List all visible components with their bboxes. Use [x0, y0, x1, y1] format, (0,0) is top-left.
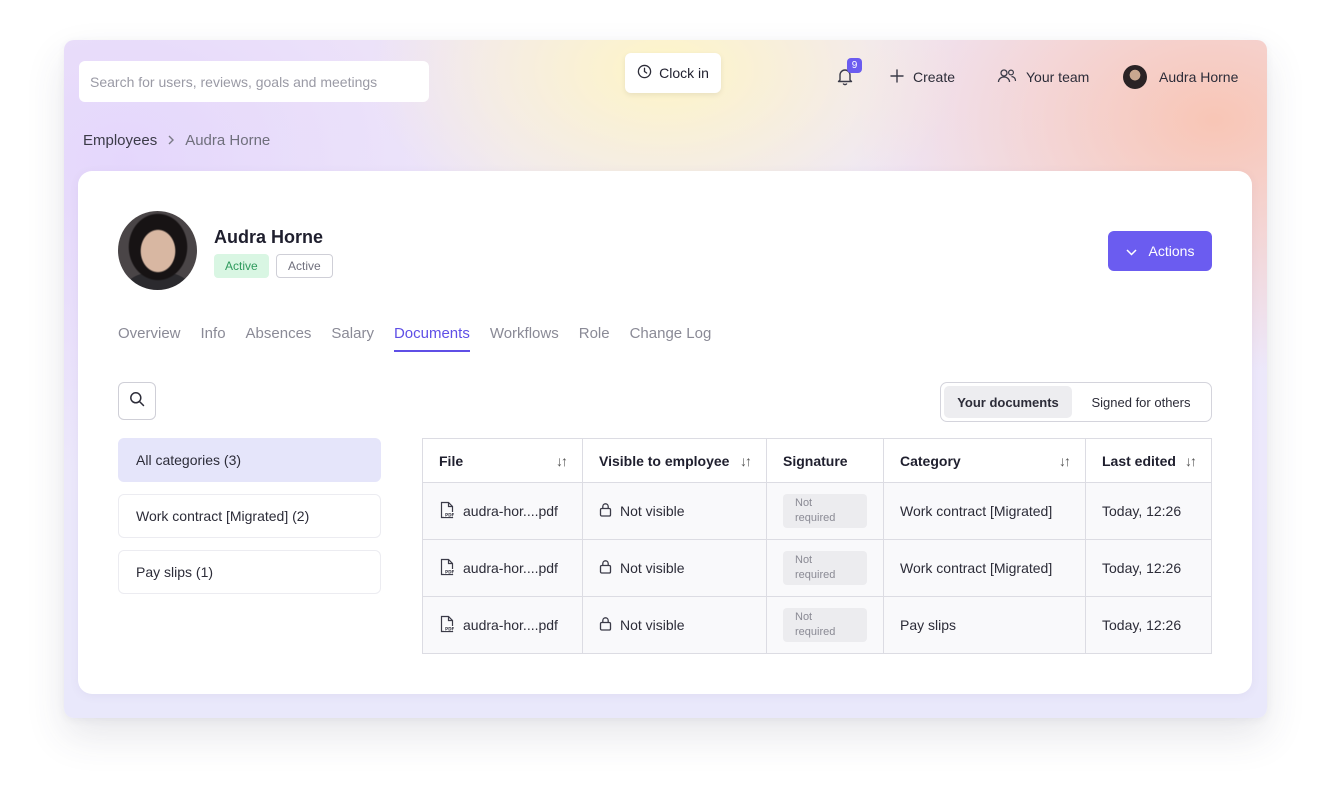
employee-card: Audra Horne Active Active Actions Overvi… — [78, 171, 1252, 694]
status-badge: Active — [214, 254, 269, 278]
sort-icon[interactable]: ↓↑ — [556, 453, 568, 469]
table-header-row: File ↓↑ Visible to employee ↓↑ Signature C… — [422, 438, 1212, 483]
svg-text:PDF: PDF — [445, 512, 455, 517]
category-item[interactable]: Work contract [Migrated] (2) — [118, 494, 381, 538]
create-label: Create — [913, 69, 956, 85]
clock-in-button[interactable]: Clock in — [625, 53, 721, 93]
pdf-file-icon: PDF — [439, 615, 455, 636]
pdf-file-icon: PDF — [439, 558, 455, 579]
your-team-label: Your team — [1026, 69, 1090, 85]
visibility-text: Not visible — [620, 560, 685, 576]
lock-icon — [599, 559, 612, 577]
file-name[interactable]: audra-hor....pdf — [463, 503, 558, 519]
global-search-input[interactable] — [79, 61, 429, 102]
documents-table: File ↓↑ Visible to employee ↓↑ Signature C… — [422, 438, 1212, 654]
column-header-file[interactable]: File ↓↑ — [422, 438, 583, 483]
clock-in-label: Clock in — [659, 65, 709, 81]
tab-role[interactable]: Role — [579, 325, 610, 352]
user-avatar — [1123, 65, 1147, 89]
breadcrumb: Employees Audra Horne — [83, 132, 270, 149]
svg-text:PDF: PDF — [445, 569, 455, 574]
tab-workflows[interactable]: Workflows — [490, 325, 559, 352]
category-item[interactable]: All categories (3) — [118, 438, 381, 482]
user-name: Audra Horne — [1159, 69, 1239, 85]
your-team-button[interactable]: Your team — [997, 64, 1089, 90]
last-edited-cell: Today, 12:26 — [1085, 539, 1212, 597]
clock-icon — [637, 64, 652, 82]
actions-button[interactable]: Actions — [1108, 231, 1212, 271]
plus-icon — [890, 68, 904, 86]
team-icon — [997, 68, 1017, 87]
column-header-last-edited[interactable]: Last edited ↓↑ — [1085, 438, 1212, 483]
chevron-right-icon — [167, 133, 175, 148]
app-window: Clock in 9 Create Your team Audra Horne … — [64, 40, 1267, 718]
profile-name: Audra Horne — [214, 227, 324, 247]
notification-count-badge: 9 — [847, 58, 862, 73]
file-name[interactable]: audra-hor....pdf — [463, 617, 558, 633]
visibility-text: Not visible — [620, 617, 685, 633]
category-cell: Pay slips — [883, 596, 1086, 654]
document-scope-toggle: Your documents Signed for others — [940, 382, 1212, 422]
column-header-visible[interactable]: Visible to employee ↓↑ — [582, 438, 767, 483]
svg-text:PDF: PDF — [445, 626, 455, 631]
user-menu[interactable]: Audra Horne — [1123, 64, 1238, 90]
column-header-signature: Signature — [766, 438, 884, 483]
category-list: All categories (3) Work contract [Migrat… — [118, 438, 381, 606]
breadcrumb-employees-link[interactable]: Employees — [83, 132, 157, 149]
tab-documents[interactable]: Documents — [393, 325, 470, 352]
breadcrumb-current: Audra Horne — [185, 132, 271, 149]
category-item[interactable]: Pay slips (1) — [118, 550, 381, 594]
category-cell: Work contract [Migrated] — [883, 482, 1086, 540]
sort-icon[interactable]: ↓↑ — [740, 453, 752, 469]
lock-icon — [599, 502, 612, 520]
profile-avatar — [118, 211, 197, 290]
table-row[interactable]: PDF audra-hor....pdf Not visible Not req… — [422, 596, 1212, 654]
signature-status: Not required — [783, 608, 867, 642]
tab-salary[interactable]: Salary — [331, 325, 374, 352]
file-name[interactable]: audra-hor....pdf — [463, 560, 558, 576]
last-edited-cell: Today, 12:26 — [1085, 596, 1212, 654]
signature-status: Not required — [783, 494, 867, 528]
your-documents-option[interactable]: Your documents — [944, 386, 1072, 418]
sort-icon[interactable]: ↓↑ — [1185, 453, 1197, 469]
pdf-file-icon: PDF — [439, 501, 455, 522]
actions-label: Actions — [1148, 243, 1195, 259]
last-edited-cell: Today, 12:26 — [1085, 482, 1212, 540]
search-icon — [129, 391, 145, 412]
profile-tabs: Overview Info Absences Salary Documents … — [118, 325, 711, 352]
signature-status: Not required — [783, 551, 867, 585]
secondary-status-badge: Active — [276, 254, 333, 278]
table-row[interactable]: PDF audra-hor....pdf Not visible Not req… — [422, 539, 1212, 597]
signed-for-others-option[interactable]: Signed for others — [1074, 386, 1208, 418]
tab-info[interactable]: Info — [201, 325, 226, 352]
tab-change-log[interactable]: Change Log — [630, 325, 712, 352]
table-row[interactable]: PDF audra-hor....pdf Not visible Not req… — [422, 482, 1212, 540]
document-search-button[interactable] — [118, 382, 156, 420]
column-header-category[interactable]: Category ↓↑ — [883, 438, 1086, 483]
tab-absences[interactable]: Absences — [246, 325, 312, 352]
visibility-text: Not visible — [620, 503, 685, 519]
chevron-down-icon — [1126, 243, 1137, 259]
tab-overview[interactable]: Overview — [118, 325, 181, 352]
category-cell: Work contract [Migrated] — [883, 539, 1086, 597]
create-button[interactable]: Create — [890, 64, 955, 90]
lock-icon — [599, 616, 612, 634]
sort-icon[interactable]: ↓↑ — [1059, 453, 1071, 469]
